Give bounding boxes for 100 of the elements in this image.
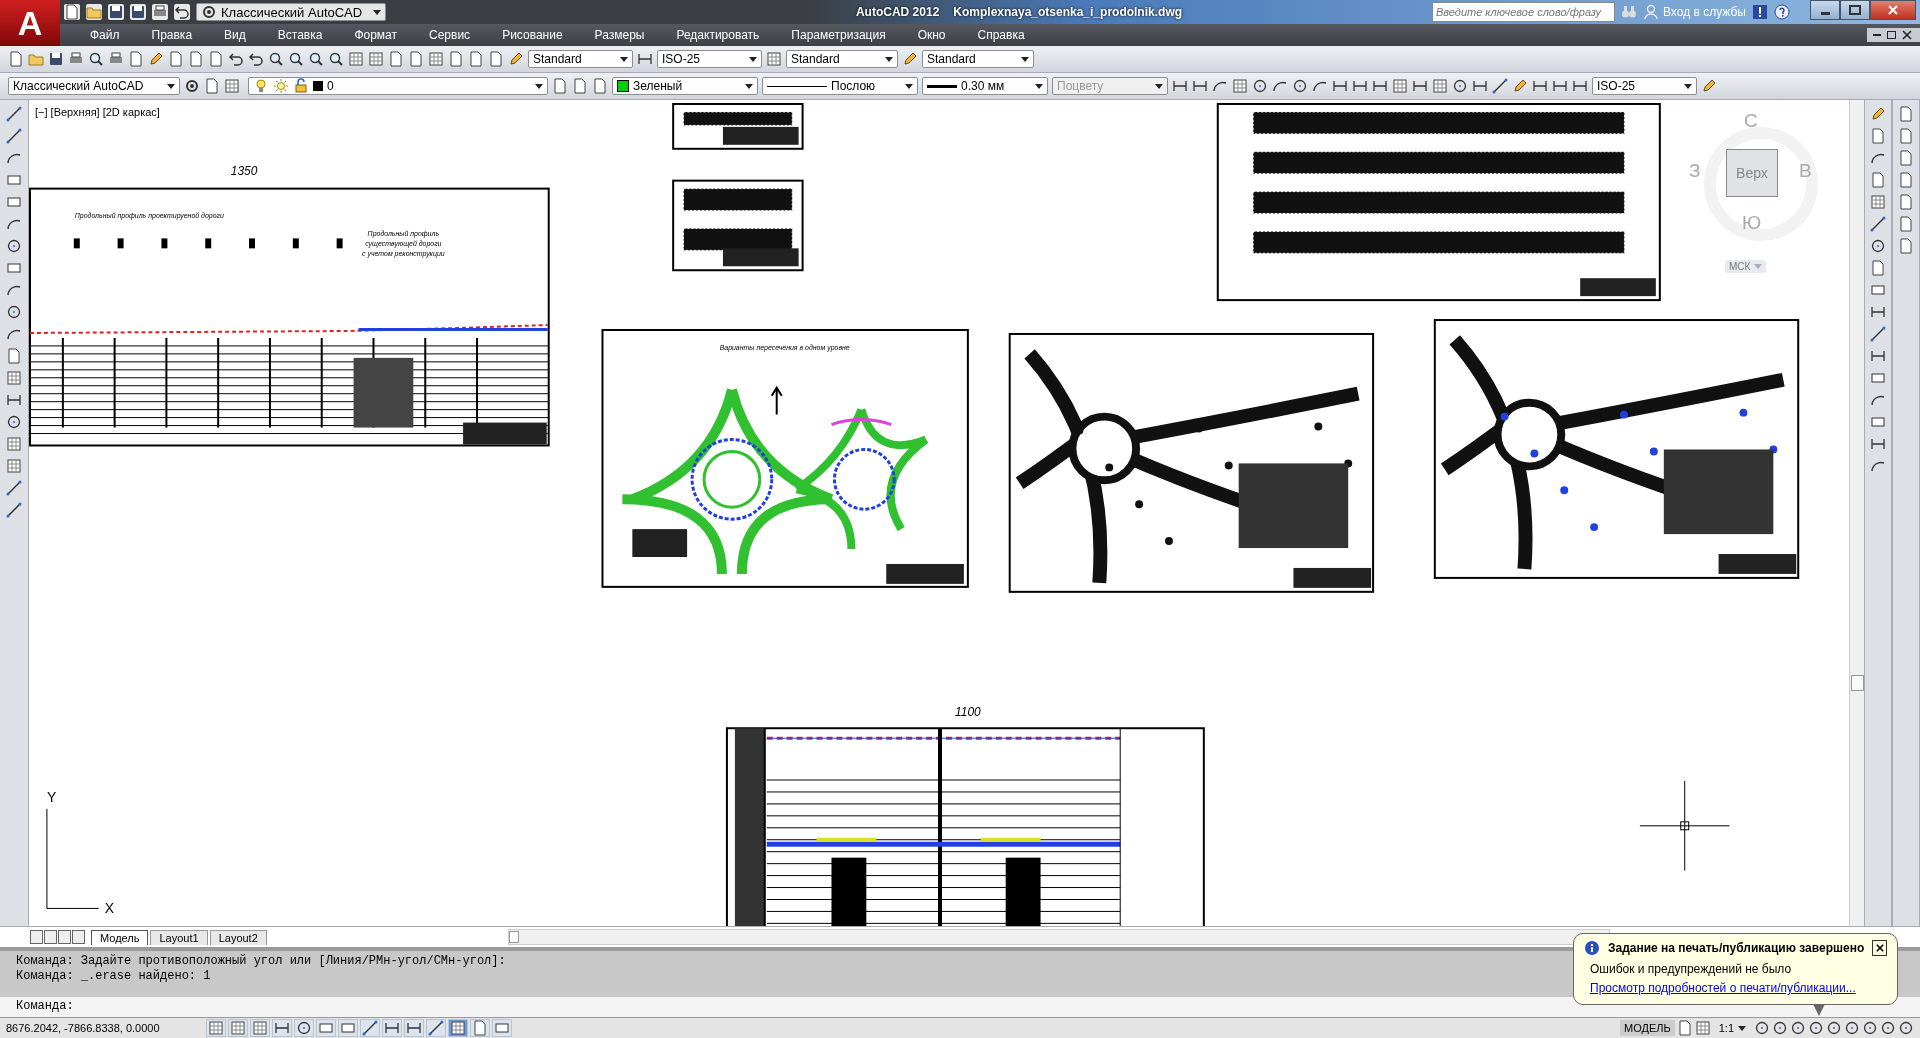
dimension-icon[interactable]	[1552, 78, 1568, 94]
circle-icon[interactable]	[1452, 78, 1468, 94]
line-icon[interactable]	[1870, 326, 1886, 342]
circle-icon[interactable]	[1808, 1020, 1824, 1036]
color-dropdown[interactable]: Зеленый	[612, 77, 758, 95]
grid-icon[interactable]	[1870, 194, 1886, 210]
status-toggle[interactable]	[316, 1019, 336, 1037]
pencil-icon[interactable]	[1870, 106, 1886, 122]
circle-icon[interactable]	[1754, 1020, 1770, 1036]
minimize-button[interactable]	[1810, 0, 1840, 20]
circle-icon[interactable]	[1826, 1020, 1842, 1036]
dimension-icon[interactable]	[1870, 436, 1886, 452]
magnifier-icon[interactable]	[308, 51, 324, 67]
menu-item[interactable]: Параметризация	[775, 28, 902, 42]
page-icon[interactable]	[168, 51, 184, 67]
undo-icon[interactable]	[248, 51, 264, 67]
annotation-scale[interactable]: 1:1	[1712, 1022, 1752, 1034]
menu-item[interactable]: Вид	[208, 28, 262, 42]
status-toggle[interactable]	[206, 1019, 226, 1037]
dimension-icon[interactable]	[637, 51, 653, 67]
page-icon[interactable]	[448, 51, 464, 67]
maximize-button[interactable]	[1840, 0, 1870, 20]
line-icon[interactable]	[6, 480, 22, 496]
model-space-button[interactable]: МОДЕЛЬ	[1620, 1020, 1675, 1036]
menu-item[interactable]: Вставка	[261, 28, 339, 42]
undo-icon[interactable]	[174, 4, 190, 20]
grid-icon[interactable]	[6, 458, 22, 474]
menu-item[interactable]: Редактировать	[660, 28, 776, 42]
page-icon[interactable]	[1898, 216, 1914, 232]
layout-tab[interactable]: Layout1	[150, 929, 208, 945]
text-style-icon[interactable]	[508, 51, 524, 67]
dimension-icon[interactable]	[1412, 78, 1428, 94]
line-icon[interactable]	[1492, 78, 1508, 94]
app-logo[interactable]: A	[0, 0, 60, 46]
grid-icon[interactable]	[6, 370, 22, 386]
page-icon[interactable]	[1898, 194, 1914, 210]
grid-icon[interactable]	[766, 51, 782, 67]
page-icon[interactable]	[128, 51, 144, 67]
layer-dropdown[interactable]: 0	[248, 77, 548, 95]
status-toggle[interactable]	[470, 1019, 490, 1037]
page-icon[interactable]	[592, 78, 608, 94]
line-icon[interactable]	[6, 128, 22, 144]
magnifier-icon[interactable]	[328, 51, 344, 67]
search-field[interactable]: Введите ключевое слово/фразу	[1432, 2, 1615, 22]
page-icon[interactable]	[1870, 128, 1886, 144]
dimension-icon[interactable]	[1532, 78, 1548, 94]
pencil-icon[interactable]	[1701, 78, 1717, 94]
page-icon[interactable]	[408, 51, 424, 67]
line-icon[interactable]	[1870, 216, 1886, 232]
menu-item[interactable]: Правка	[135, 28, 209, 42]
menu-item[interactable]: Окно	[901, 28, 962, 42]
printer-icon[interactable]	[152, 4, 168, 20]
dimension-icon[interactable]	[1572, 78, 1588, 94]
page-icon[interactable]	[188, 51, 204, 67]
menu-item[interactable]: Рисование	[486, 28, 579, 42]
circle-icon[interactable]	[6, 304, 22, 320]
workspace-dropdown[interactable]: Классический AutoCAD	[196, 3, 386, 21]
disk-icon[interactable]	[130, 4, 146, 20]
pencil-icon[interactable]	[1512, 78, 1528, 94]
status-toggle[interactable]	[382, 1019, 402, 1037]
vertical-scrollbar[interactable]	[1849, 100, 1864, 926]
circle-icon[interactable]	[1292, 78, 1308, 94]
details-link[interactable]: Просмотр подробностей о печати/публикации...	[1590, 981, 1887, 995]
pencil-icon[interactable]	[148, 51, 164, 67]
viewport-label[interactable]: [−] [Верхняя] [2D каркас]	[35, 106, 160, 118]
close-icon[interactable]	[1902, 30, 1912, 40]
page-icon[interactable]	[208, 51, 224, 67]
rectangle-icon[interactable]	[6, 172, 22, 188]
menu-item[interactable]: Файл	[74, 28, 136, 42]
linetype-dropdown[interactable]: Послою	[762, 77, 918, 95]
horizontal-scrollbar[interactable]	[508, 929, 1610, 945]
circle-icon[interactable]	[1790, 1020, 1806, 1036]
rectangle-icon[interactable]	[1870, 282, 1886, 298]
grid-icon[interactable]	[224, 78, 240, 94]
layout-tab[interactable]: Layout2	[209, 929, 267, 945]
tab-scroll-button[interactable]	[44, 930, 57, 944]
page-icon[interactable]	[1676, 1020, 1693, 1036]
line-icon[interactable]	[6, 106, 22, 122]
menu-item[interactable]: Размеры	[578, 28, 661, 42]
magnifier-icon[interactable]	[288, 51, 304, 67]
dimension-icon[interactable]	[1472, 78, 1488, 94]
dimension-style-dropdown[interactable]: ISO-25	[1592, 77, 1697, 95]
page-icon[interactable]	[1870, 260, 1886, 276]
dimension-icon[interactable]	[1192, 78, 1208, 94]
grid-icon[interactable]	[1392, 78, 1408, 94]
pencil-icon[interactable]	[902, 51, 918, 67]
page-icon[interactable]	[552, 78, 568, 94]
page-icon[interactable]	[1870, 172, 1886, 188]
rectangle-icon[interactable]	[6, 194, 22, 210]
page-icon[interactable]	[1898, 106, 1914, 122]
page-icon[interactable]	[1898, 128, 1914, 144]
menu-item[interactable]: Справка	[961, 28, 1041, 42]
restore-button[interactable]	[1887, 31, 1896, 39]
close-button[interactable]	[1870, 0, 1916, 20]
circle-icon[interactable]	[1870, 238, 1886, 254]
status-toggle[interactable]	[360, 1019, 380, 1037]
dimension-icon[interactable]	[1372, 78, 1388, 94]
grid-icon[interactable]	[1694, 1020, 1711, 1036]
dimension-style-dropdown[interactable]: ISO-25	[657, 50, 762, 68]
rectangle-icon[interactable]	[1870, 370, 1886, 386]
